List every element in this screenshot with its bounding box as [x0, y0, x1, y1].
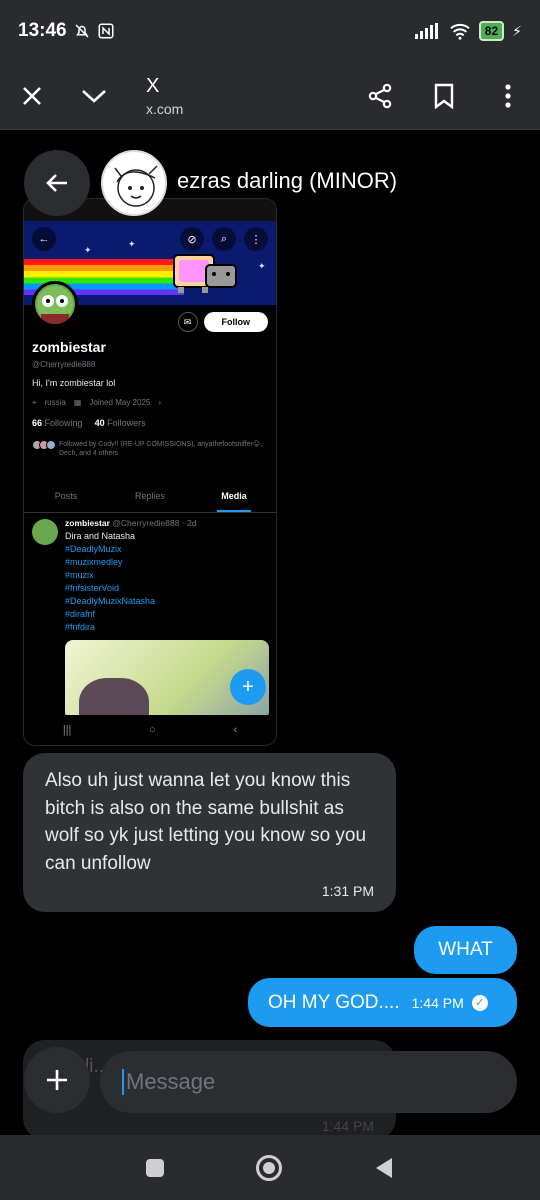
profile-location: russia [44, 398, 66, 407]
message-time: 1:31 PM [321, 883, 374, 899]
back-icon: ‹ [233, 724, 238, 736]
page-url: x.com [146, 100, 184, 117]
share-button[interactable] [348, 62, 412, 130]
tab-posts: Posts [54, 491, 78, 501]
minimize-button[interactable] [62, 62, 126, 130]
profile-joined: Joined May 2025 [89, 398, 151, 407]
star-icon: ✦ [128, 239, 136, 249]
followers-label: Followers [107, 418, 146, 428]
hashtag: #fnfdira [65, 622, 96, 632]
screenshot-more-button: ⋮ [244, 227, 268, 251]
hashtag: #muzixmedley [65, 557, 123, 567]
outgoing-message[interactable]: WHAT [414, 926, 517, 974]
profile-tabs: Posts Replies Media [24, 487, 276, 513]
profile-handle: @Cherryredie888 [32, 360, 96, 369]
bookmark-button[interactable] [412, 62, 476, 130]
followers-count: 40 [94, 418, 105, 428]
message-composer[interactable] [100, 1051, 517, 1113]
star-icon: ✦ [84, 245, 92, 255]
tab-media: Media [192, 487, 276, 512]
hashtag: #dirafnf [65, 609, 96, 619]
screenshot-grok-button: ⊘ [180, 227, 204, 251]
close-button[interactable] [0, 62, 64, 130]
zombie-avatar-image [37, 286, 73, 324]
chevron-down-icon [82, 89, 106, 103]
more-options-button[interactable] [476, 62, 540, 130]
profile-avatar [32, 281, 78, 327]
follower-avatars [32, 440, 56, 459]
post-text: Dira and Natasha [65, 531, 136, 541]
nfc-icon [98, 23, 114, 39]
home-icon [263, 1161, 275, 1174]
mute-bell-icon [75, 24, 89, 38]
status-bar: 13:46 82 ⚡ [0, 0, 540, 62]
incoming-message[interactable]: Also uh just wanna let you know this bit… [23, 753, 396, 912]
hashtag: #DeadlyMuzix [65, 544, 122, 554]
hashtag: #DeadlyMuzixNatasha [65, 596, 156, 606]
nyan-cat-image [173, 254, 237, 293]
post-meta: @Cherryredie888 · 2d [112, 518, 197, 528]
conversation-name[interactable]: ezras darling (MINOR) [177, 168, 397, 194]
hashtag: #fnfsisterVoid [65, 583, 120, 593]
tab-title-block: X x.com [146, 75, 183, 117]
screenshot-back-button: ← [32, 227, 56, 251]
message-text: Also uh just wanna let you know this bit… [45, 770, 367, 874]
home-icon: ○ [149, 724, 156, 736]
browser-toolbar: X x.com [0, 62, 540, 130]
message-input[interactable] [122, 1069, 482, 1095]
message-time: 1:44 PM [321, 1118, 374, 1134]
calendar-icon: ▦ [73, 398, 82, 407]
profile-bio: Hi, I'm zombiestar lol [32, 378, 116, 388]
attach-button[interactable] [24, 1047, 90, 1113]
message-icon: ✉ [177, 312, 198, 332]
compose-fab: + [230, 669, 266, 705]
post-author: zombiestar [65, 518, 110, 528]
battery-indicator: 82 [478, 21, 505, 41]
star-icon: ✦ [258, 261, 266, 271]
post-avatar [32, 519, 58, 545]
page-title: X [146, 74, 160, 97]
message-text: WHAT [438, 939, 493, 960]
system-nav-bar [0, 1135, 540, 1200]
message-text: OH MY GOD.... [268, 991, 400, 1013]
shared-screenshot[interactable]: ✦ ✦ ✦ ← ⊘ ⌕ ⋮ ✉ Follow zombiestar @Cherr… [23, 198, 277, 746]
read-check-icon: ✓ [471, 994, 488, 1011]
bookmark-icon [434, 83, 454, 109]
follow-button: Follow [203, 312, 268, 332]
screenshot-search-button: ⌕ [212, 227, 236, 251]
tab-replies: Replies [134, 491, 165, 501]
screenshot-nav-bar: ||| ○ ‹ [24, 715, 276, 745]
message-time: 1:44 PM [411, 994, 464, 1011]
back-button[interactable] [24, 150, 90, 216]
back-triangle-icon[interactable] [374, 1157, 394, 1179]
hashtag: #muzix [65, 570, 94, 580]
wifi-icon [450, 23, 470, 40]
signal-icon [414, 23, 438, 39]
outgoing-message[interactable]: OH MY GOD.... 1:44 PM ✓ [248, 978, 517, 1027]
profile-name: zombiestar [32, 339, 106, 355]
charging-icon: ⚡ [512, 22, 522, 39]
location-icon: ⌖ [32, 398, 37, 407]
following-label: Following [44, 418, 83, 428]
recents-button[interactable] [146, 1158, 164, 1177]
chevron-right-icon: › [158, 398, 162, 407]
status-time: 13:46 [18, 20, 67, 41]
more-vertical-icon [505, 83, 511, 108]
share-icon [368, 83, 392, 108]
plus-icon [47, 1070, 67, 1090]
close-icon [23, 86, 41, 105]
followed-by-text: Followed by Cody!! (RE-UP COMISSIONS), a… [59, 441, 263, 458]
home-button[interactable] [256, 1154, 282, 1181]
following-count: 66 [32, 418, 43, 428]
avatar[interactable] [101, 150, 167, 216]
recents-icon: ||| [62, 724, 72, 736]
arrow-left-icon [46, 174, 67, 192]
